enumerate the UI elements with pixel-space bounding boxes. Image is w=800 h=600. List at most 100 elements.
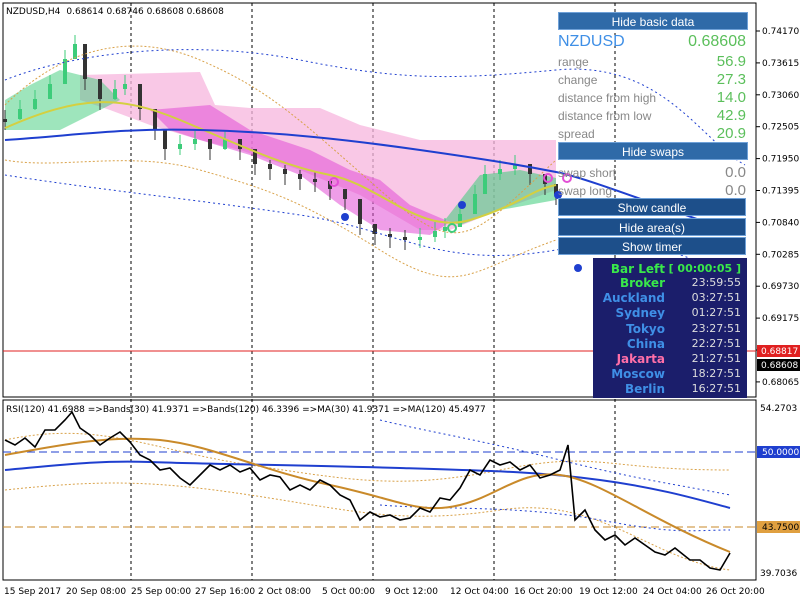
timezone-time: 23:59:55: [691, 276, 741, 289]
candle-body: [403, 237, 407, 240]
candle-body: [498, 169, 502, 174]
row-value: 42.9: [716, 107, 746, 124]
candle-body: [73, 44, 77, 59]
timezone-name: Moscow: [611, 367, 665, 382]
price-tick-label: 0.70285: [762, 250, 799, 260]
candle-body: [3, 119, 7, 122]
row-label: range: [558, 55, 589, 69]
panel-symbol: NZDUSD: [558, 33, 625, 50]
price-tick-label: 0.69730: [762, 282, 799, 292]
row-label: distance from low: [558, 109, 652, 123]
row-value: 56.9: [716, 53, 746, 70]
row-spread: spread 20.9: [558, 125, 748, 143]
rsi-upper-label: 50.0000: [762, 448, 799, 458]
row-value: 14.0: [716, 89, 746, 106]
time-tick-label: 2 Oct 08:00: [258, 587, 311, 597]
price-tick-label: 0.70840: [762, 218, 799, 228]
candle-body: [48, 84, 52, 99]
candle-body: [138, 84, 142, 109]
timezone-time: 03:27:51: [691, 291, 741, 305]
price-tick-label: 0.69175: [762, 314, 799, 324]
timezone-name: Jakarta: [616, 352, 665, 366]
row-range: range 56.9: [558, 53, 748, 71]
hide-areas-button[interactable]: Hide area(s): [558, 218, 746, 236]
candle-body: [113, 89, 117, 99]
price-axis: 0.74170 0.73615 0.73060 0.72505 0.71950 0.713…: [756, 27, 799, 388]
candle-body: [343, 189, 347, 199]
time-tick-label: 5 Oct 00:00: [322, 587, 375, 597]
hide-basic-data-button[interactable]: Hide basic data: [558, 12, 748, 30]
candle-body: [98, 79, 102, 99]
symbol-row: NZDUSD 0.68608: [558, 33, 748, 55]
show-timer-button[interactable]: Show timer: [558, 237, 746, 255]
red-price-label: 0.68817: [761, 347, 798, 357]
price-tick-label: 0.71395: [762, 187, 799, 197]
row-distance-low: distance from low 42.9: [558, 107, 748, 125]
candle-body: [313, 179, 317, 182]
timezone-row: Jakarta 21:27:51: [593, 352, 747, 366]
row-label: distance from high: [558, 91, 657, 105]
timezone-time: 16:27:51: [691, 382, 741, 396]
row-value: 27.3: [716, 71, 746, 88]
price-tick-label: 0.73615: [762, 59, 799, 69]
row-value: 20.9: [716, 125, 746, 142]
time-tick-label: 26 Oct 20:00: [706, 587, 765, 597]
row-label: swap short: [558, 166, 617, 180]
chart-header: NZDUSD,H4 0.68614 0.68746 0.68608 0.68608: [6, 7, 224, 17]
timezone-time: 23:27:51: [691, 321, 741, 335]
rsi-lower-label: 43.7500: [762, 523, 799, 533]
timezone-name: Broker: [619, 276, 665, 290]
rsi-header: RSI(120) 41.6988 =>Bands(30) 41.9371 =>B…: [6, 405, 486, 415]
panel-price: 0.68608: [688, 33, 746, 50]
bar-left-row: Bar Left [ 00:00:05 ]: [593, 262, 747, 276]
candle-body: [208, 139, 212, 149]
timezone-time: 18:27:51: [691, 367, 741, 381]
row-label: change: [558, 73, 598, 87]
timezone-row: Tokyo 23:27:51: [593, 322, 747, 336]
timer-panel: Bar Left [ 00:00:05 ] Broker 23:59:55 Auck…: [593, 258, 747, 398]
row-swap-short: swap short 0.0: [558, 164, 748, 182]
time-tick-label: 9 Oct 12:00: [385, 587, 438, 597]
row-value: 0.0: [725, 164, 746, 181]
symbol-timeframe: NZDUSD,H4: [6, 7, 61, 17]
row-value: 0.0: [725, 182, 746, 199]
show-candle-button[interactable]: Show candle: [558, 198, 746, 216]
candle-body: [298, 174, 302, 179]
rsi-axis-top: 54.2703: [760, 404, 797, 414]
timezone-name: China: [626, 336, 665, 351]
time-tick-label: 27 Sep 16:00: [195, 587, 255, 597]
candle-body: [163, 129, 167, 149]
candle-body: [358, 199, 362, 224]
price-tick-label: 0.74170: [762, 27, 799, 37]
timezone-name: Sydney: [615, 306, 665, 321]
price-tick-label: 0.73060: [762, 91, 799, 101]
candle-body: [18, 109, 22, 119]
time-tick-label: 19 Oct 12:00: [579, 587, 638, 597]
row-distance-high: distance from high 14.0: [558, 89, 748, 107]
rsi-axis-bottom: 39.7036: [760, 569, 797, 579]
row-change: change 27.3: [558, 71, 748, 89]
candle-body: [473, 194, 477, 214]
current-price-label: 0.68608: [761, 361, 798, 371]
candle-body: [268, 164, 272, 169]
timezone-row: Auckland 03:27:51: [593, 291, 747, 305]
price-tick-label: 0.71950: [762, 155, 799, 165]
price-tick-label: 0.72505: [762, 123, 799, 133]
timezone-time: 01:27:51: [691, 306, 741, 320]
timezone-row: Moscow 18:27:51: [593, 367, 747, 381]
time-tick-label: 16 Oct 20:00: [514, 587, 573, 597]
row-label: spread: [558, 127, 595, 141]
timezone-row: China 22:27:51: [593, 337, 747, 351]
candle-body: [528, 164, 532, 174]
timezone-name: Auckland: [602, 291, 665, 306]
price-tick-label: 0.68065: [762, 378, 799, 388]
candle-body: [33, 99, 37, 109]
timezone-row: Sydney 01:27:51: [593, 306, 747, 320]
bar-left-value: [ 00:00:05 ]: [668, 262, 741, 275]
timezone-time: 21:27:51: [691, 352, 741, 365]
hide-swaps-button[interactable]: Hide swaps: [558, 142, 748, 160]
candle-body: [418, 237, 422, 240]
time-tick-label: 12 Oct 04:00: [450, 587, 509, 597]
candle-body: [283, 169, 287, 174]
candle-body: [123, 84, 127, 89]
